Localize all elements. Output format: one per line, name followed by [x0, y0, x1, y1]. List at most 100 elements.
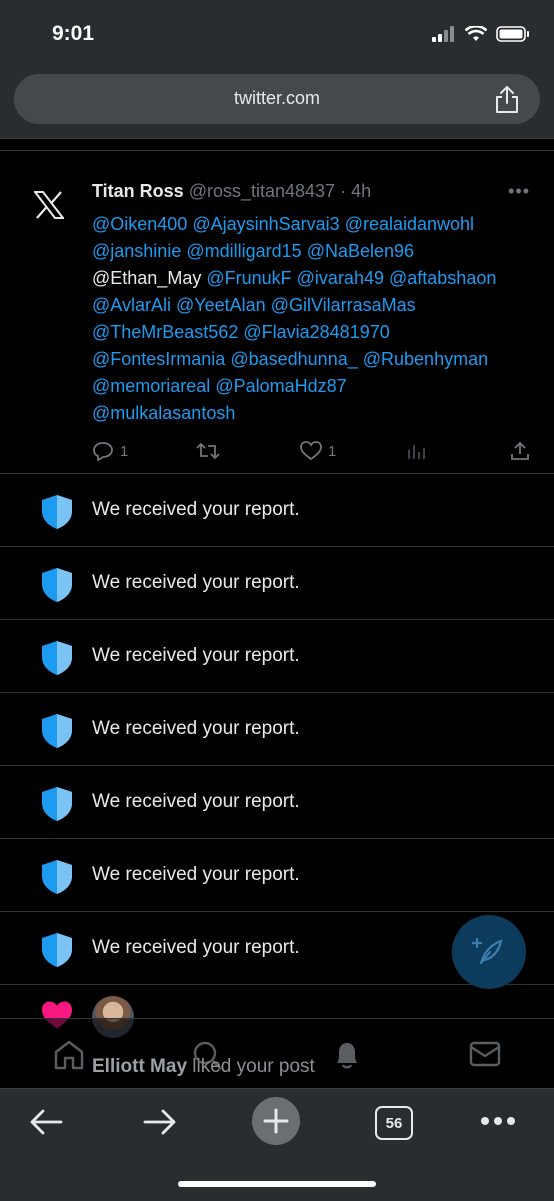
messages-icon[interactable]	[468, 1039, 502, 1069]
tweet-line: @Oiken400 @AjaysinhSarvai3 @realaidanwoh…	[92, 211, 542, 238]
report-notification[interactable]: We received your report.	[0, 474, 554, 547]
tweet-line: @Ethan_May @FrunukF @ivarah49 @aftabshao…	[92, 265, 542, 292]
shield-icon	[42, 714, 72, 748]
like-action-text: liked your post	[187, 1056, 315, 1077]
tweet-line: @janshinie @mdilligard15 @NaBelen96	[92, 238, 542, 265]
mention-link[interactable]: @realaidanwohl	[345, 214, 474, 234]
like-button[interactable]: 1	[300, 441, 336, 461]
x-logo-icon	[34, 191, 64, 219]
forward-arrow-icon[interactable]	[142, 1107, 178, 1137]
mention-link[interactable]: @janshinie	[92, 241, 181, 261]
report-text: We received your report.	[92, 937, 300, 958]
views-button[interactable]	[406, 441, 426, 461]
mention-link[interactable]: @Flavia28481970	[243, 322, 389, 342]
report-notification[interactable]: We received your report.	[0, 839, 554, 912]
tweet-header: Titan Ross @ross_titan48437 · 4h	[92, 181, 371, 202]
browser-toolbar: 56	[0, 1088, 554, 1201]
reply-icon	[93, 442, 113, 461]
tabs-button[interactable]: 56	[375, 1106, 413, 1140]
like-notification-text: Elliott May liked your post	[92, 1056, 315, 1078]
mention-link[interactable]: @mulkalasantosh	[92, 403, 235, 423]
shield-icon	[42, 933, 72, 967]
new-tab-button[interactable]	[252, 1097, 300, 1145]
report-text: We received your report.	[92, 572, 300, 593]
like-count: 1	[328, 442, 337, 460]
mention-link[interactable]: @basedhunna_	[230, 349, 357, 369]
reply-button[interactable]: 1	[92, 441, 128, 461]
tweet-line: @AvlarAli @YeetAlan @GilVilarrasaMas	[92, 292, 542, 319]
tweet-line: @FontesIrmania @basedhunna_ @Rubenhyman	[92, 346, 542, 373]
mention-link[interactable]: @AjaysinhSarvai3	[192, 214, 339, 234]
reply-count: 1	[120, 442, 129, 460]
status-bar: 9:01	[0, 0, 554, 70]
report-text: We received your report.	[92, 645, 300, 666]
tweet-text-segment: @Ethan_May	[92, 268, 202, 288]
mention-link[interactable]: @YeetAlan	[176, 295, 266, 315]
report-notification[interactable]: We received your report.	[0, 693, 554, 766]
more-menu-icon[interactable]	[480, 1116, 516, 1126]
tweet-text: @Oiken400 @AjaysinhSarvai3 @realaidanwoh…	[92, 211, 542, 427]
mention-link[interactable]: @FrunukF	[206, 268, 291, 288]
share-tweet-icon	[511, 441, 529, 460]
analytics-icon	[408, 445, 425, 459]
wifi-icon	[465, 26, 487, 41]
author-handle[interactable]: @ross_titan48437	[189, 181, 335, 201]
mention-link[interactable]: @FontesIrmania	[92, 349, 225, 369]
share-icon[interactable]	[494, 85, 520, 115]
mention-tweet[interactable]: Titan Ross @ross_titan48437 · 4h ••• @Oi…	[0, 151, 554, 474]
plus-icon	[263, 1108, 289, 1134]
more-options-icon[interactable]: •••	[508, 181, 530, 202]
report-notification[interactable]: We received your report.	[0, 766, 554, 839]
heart-outline-icon	[300, 441, 322, 461]
report-list: We received your report. We received your…	[0, 474, 554, 985]
mention-link[interactable]: @mdilligard15	[186, 241, 301, 261]
report-text: We received your report.	[92, 718, 300, 739]
url-text: twitter.com	[233, 88, 321, 108]
tweet-time: · 4h	[340, 181, 372, 201]
shield-icon	[42, 495, 72, 529]
mention-link[interactable]: @AvlarAli	[92, 295, 171, 315]
twitter-tab-bar	[0, 1018, 554, 1089]
report-text: We received your report.	[92, 864, 300, 885]
report-text: We received your report.	[92, 791, 300, 812]
shield-icon	[42, 641, 72, 675]
mention-link[interactable]: @TheMrBeast562	[92, 322, 238, 342]
shield-icon	[42, 568, 72, 602]
browser-address-area: twitter.com	[0, 62, 554, 139]
share-tweet-button[interactable]	[510, 441, 530, 461]
battery-icon	[496, 26, 529, 42]
back-arrow-icon[interactable]	[28, 1107, 64, 1137]
home-icon[interactable]	[52, 1039, 86, 1071]
compose-button[interactable]	[452, 915, 526, 989]
feed-top-divider	[0, 138, 554, 151]
mention-link[interactable]: @Rubenhyman	[363, 349, 488, 369]
compose-feather-icon	[472, 937, 503, 965]
mention-link[interactable]: @aftabshaon	[389, 268, 496, 288]
report-notification[interactable]: We received your report.	[0, 547, 554, 620]
mention-link[interactable]: @ivarah49	[297, 268, 384, 288]
tweet-line: @mulkalasantosh	[92, 400, 542, 427]
tweet-line: @memoriareal @PalomaHdz87	[92, 373, 542, 400]
mention-link[interactable]: @Oiken400	[92, 214, 187, 234]
retweet-button[interactable]	[196, 441, 220, 461]
signal-icon	[432, 26, 454, 42]
status-icons	[432, 26, 530, 42]
report-text: We received your report.	[92, 499, 300, 520]
mention-link[interactable]: @GilVilarrasaMas	[271, 295, 416, 315]
notifications-feed: Titan Ross @ross_titan48437 · 4h ••• @Oi…	[0, 138, 554, 1018]
liker-name[interactable]: Elliott May	[92, 1056, 187, 1077]
status-time: 9:01	[52, 22, 95, 45]
home-indicator	[178, 1181, 376, 1187]
author-name[interactable]: Titan Ross	[92, 181, 184, 201]
retweet-icon	[196, 442, 220, 460]
mention-link[interactable]: @PalomaHdz87	[215, 376, 346, 396]
mention-link[interactable]: @NaBelen96	[307, 241, 414, 261]
shield-icon	[42, 787, 72, 821]
bell-icon[interactable]	[331, 1039, 363, 1071]
address-bar[interactable]: twitter.com	[14, 74, 540, 124]
shield-icon	[42, 860, 72, 894]
mention-link[interactable]: @memoriareal	[92, 376, 210, 396]
tweet-actions: 1 1	[92, 441, 542, 465]
report-notification[interactable]: We received your report.	[0, 620, 554, 693]
tweet-line: @TheMrBeast562 @Flavia28481970	[92, 319, 542, 346]
